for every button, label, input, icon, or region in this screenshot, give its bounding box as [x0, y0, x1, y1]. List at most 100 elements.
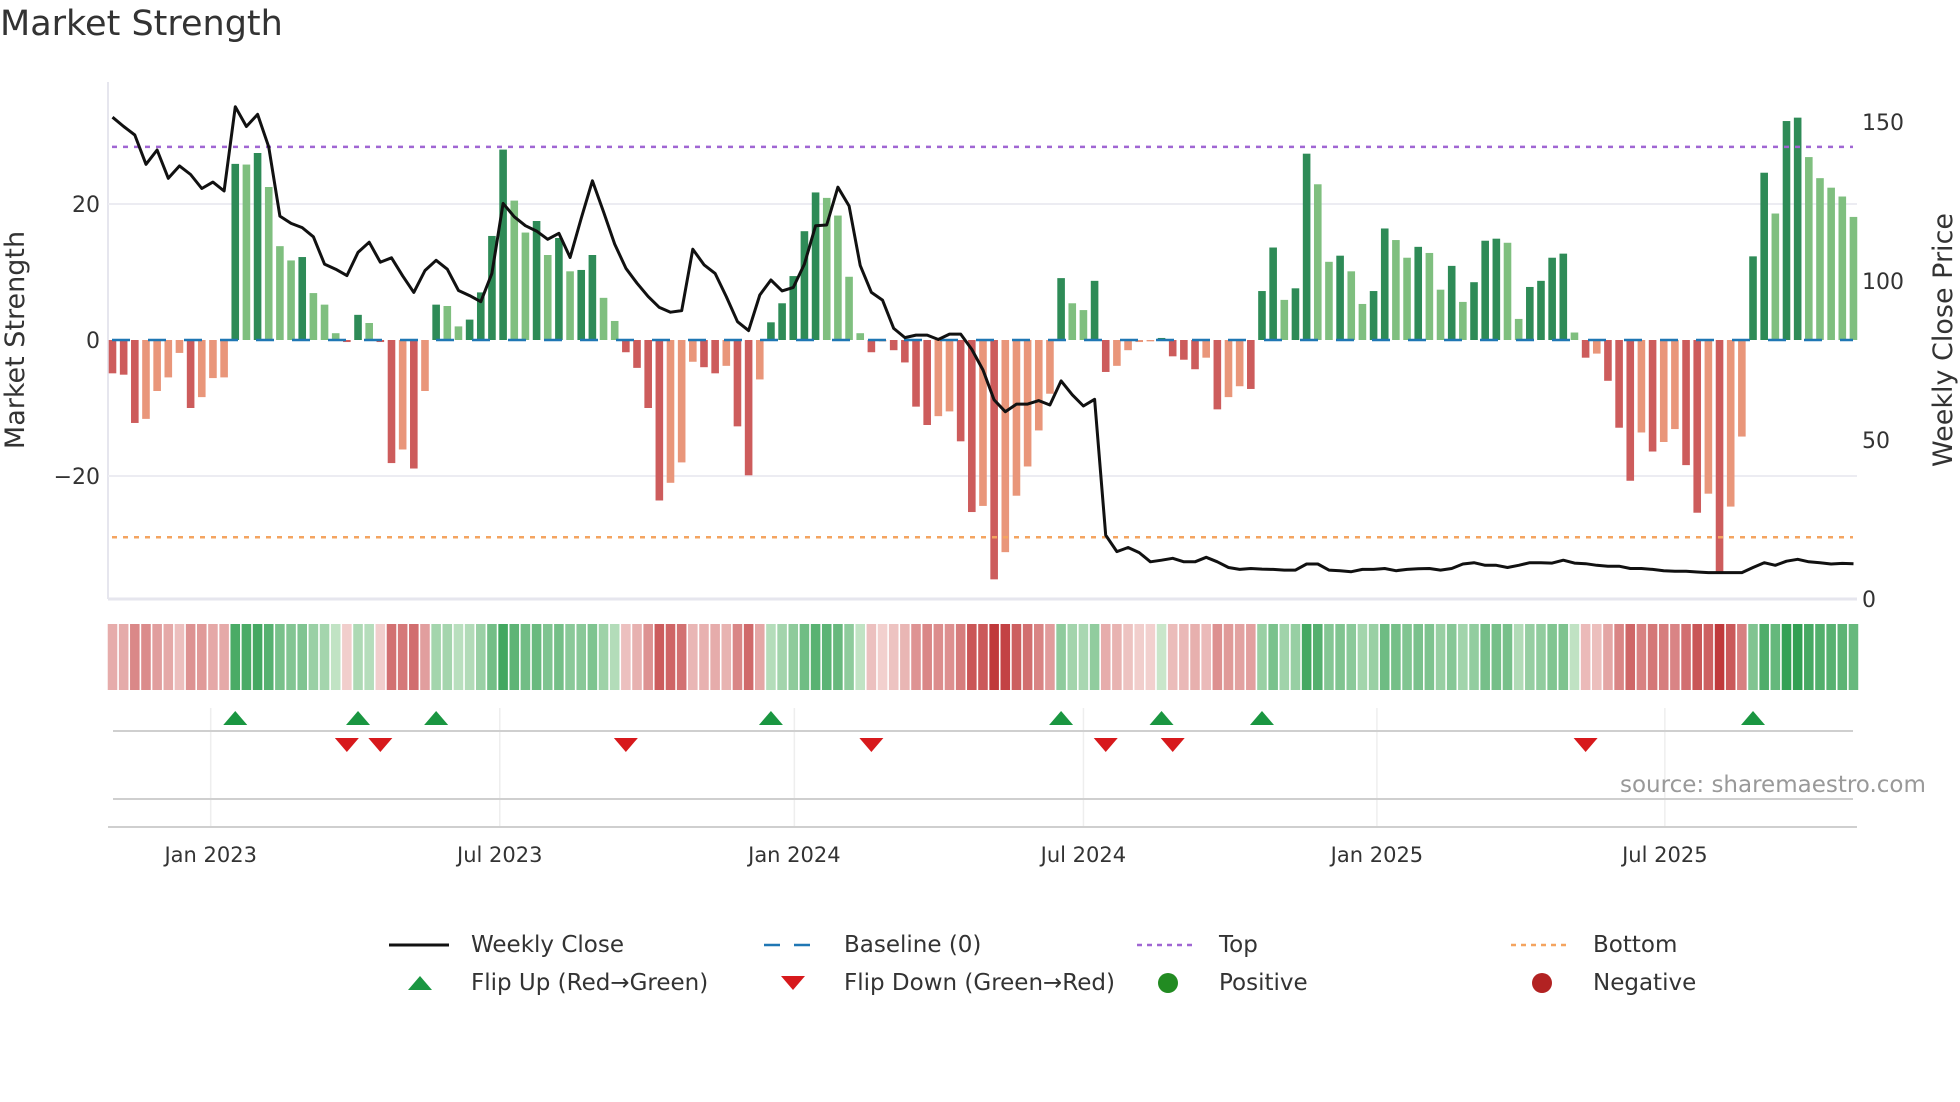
strength-bar	[276, 246, 284, 340]
x-tick-label: Jan 2024	[746, 843, 841, 867]
strength-bar	[1749, 256, 1757, 340]
strength-bar	[956, 340, 965, 442]
strength-bar	[1760, 172, 1768, 340]
strength-bar	[1280, 299, 1289, 340]
strength-heat-cell	[1089, 624, 1100, 690]
strength-heat-cell	[1547, 624, 1557, 690]
strength-bar	[1046, 340, 1054, 394]
strength-bar	[1481, 240, 1489, 340]
strength-heat-cell	[263, 624, 274, 690]
strength-bar	[1827, 187, 1835, 340]
flip-down-marker	[334, 738, 359, 752]
strength-bar	[365, 323, 373, 340]
strength-heat-cell	[286, 624, 296, 690]
strength-heat-cell	[833, 624, 843, 690]
strength-bar	[1325, 261, 1333, 340]
strength-bar	[398, 340, 407, 450]
strength-heat-cell	[1636, 624, 1647, 690]
strength-heat-cell	[1446, 624, 1457, 690]
strength-heat-cell	[275, 624, 285, 690]
circle-icon	[1158, 973, 1178, 993]
strength-bar	[711, 340, 719, 374]
dotted-line-icon	[1511, 943, 1571, 947]
legend-item: Positive	[1137, 968, 1308, 998]
strength-bar	[287, 260, 295, 340]
source-credit: source: sharemaestro.com	[1620, 772, 1926, 798]
strength-heat-cell	[1658, 624, 1669, 690]
strength-heat-cell	[453, 624, 464, 690]
strength-bar	[1113, 340, 1121, 366]
strength-heat-cell	[855, 624, 865, 690]
strength-heat-cell	[442, 624, 453, 690]
strength-bar	[1816, 178, 1824, 340]
strength-bar	[175, 340, 184, 353]
strength-heat-cell	[397, 624, 408, 690]
strength-heat-cell	[208, 624, 218, 690]
x-tick-label: Jul 2025	[1620, 843, 1707, 867]
strength-bar	[354, 314, 362, 340]
strength-heat-cell	[755, 624, 765, 690]
strength-heat-cell	[230, 624, 241, 690]
strength-heat-cell	[464, 624, 475, 690]
strength-heat-cell	[1748, 624, 1758, 690]
strength-heat-cell	[1123, 624, 1133, 690]
strength-bar	[1414, 246, 1423, 340]
strength-bar	[410, 340, 418, 469]
strength-bar	[555, 238, 563, 340]
strength-heat-cell	[777, 624, 787, 690]
strength-bar	[934, 340, 943, 417]
strength-heat-cell	[643, 624, 653, 690]
strength-heat-cell	[1234, 624, 1245, 690]
strength-bar	[1537, 280, 1545, 340]
strength-bar	[1704, 340, 1713, 494]
strength-bar	[990, 340, 998, 580]
strength-bar	[1146, 340, 1155, 342]
strength-heat-cell	[1279, 624, 1290, 690]
strength-heat-cell	[520, 624, 531, 690]
strength-heat-cell	[1112, 624, 1122, 690]
strength-bar	[510, 200, 519, 340]
strength-bar	[242, 164, 251, 340]
strength-bar	[1101, 340, 1110, 372]
strength-bar	[1637, 340, 1646, 433]
x-tick-label: Jul 2024	[1039, 843, 1126, 867]
strength-heat-cell	[1145, 624, 1156, 690]
y2-tick-label: 150	[1862, 111, 1904, 136]
strength-bar	[153, 340, 161, 391]
strength-heat-cell	[900, 624, 910, 690]
strength-bar	[923, 340, 931, 425]
strength-bar	[1012, 340, 1021, 496]
y2-tick-label: 0	[1862, 588, 1876, 613]
strength-bar	[543, 255, 552, 340]
legend-item: Top	[1137, 930, 1258, 960]
strength-bar	[1403, 257, 1411, 340]
strength-bar	[778, 303, 786, 340]
legend-label: Bottom	[1593, 932, 1678, 958]
strength-bar	[577, 269, 586, 340]
strength-bar	[1604, 340, 1612, 381]
strength-bar	[1693, 340, 1702, 513]
strength-heat-cell	[118, 624, 129, 690]
strength-bar	[421, 340, 429, 391]
strength-heat-cell	[1781, 624, 1792, 690]
flip-up-marker	[424, 711, 449, 725]
strength-bar	[1459, 301, 1467, 340]
strength-heat-cell	[152, 624, 162, 690]
strength-heat-cell	[219, 624, 229, 690]
strength-bar	[1671, 340, 1679, 430]
strength-heat-cell	[241, 624, 252, 690]
strength-heat-cell	[788, 624, 799, 690]
flip-down-marker	[1573, 738, 1598, 752]
strength-heat-cell	[1402, 624, 1412, 690]
strength-heat-cell	[1134, 624, 1144, 690]
strength-bar	[186, 340, 195, 408]
strength-bar	[1470, 282, 1478, 340]
strength-bar	[231, 163, 240, 340]
flip-down-marker	[859, 738, 884, 752]
strength-bar	[499, 149, 507, 340]
strength-bar	[1615, 340, 1623, 428]
strength-heat-cell	[598, 624, 609, 690]
strength-bar	[1358, 303, 1367, 340]
strength-bar	[689, 340, 697, 362]
strength-heat-cell	[821, 624, 832, 690]
